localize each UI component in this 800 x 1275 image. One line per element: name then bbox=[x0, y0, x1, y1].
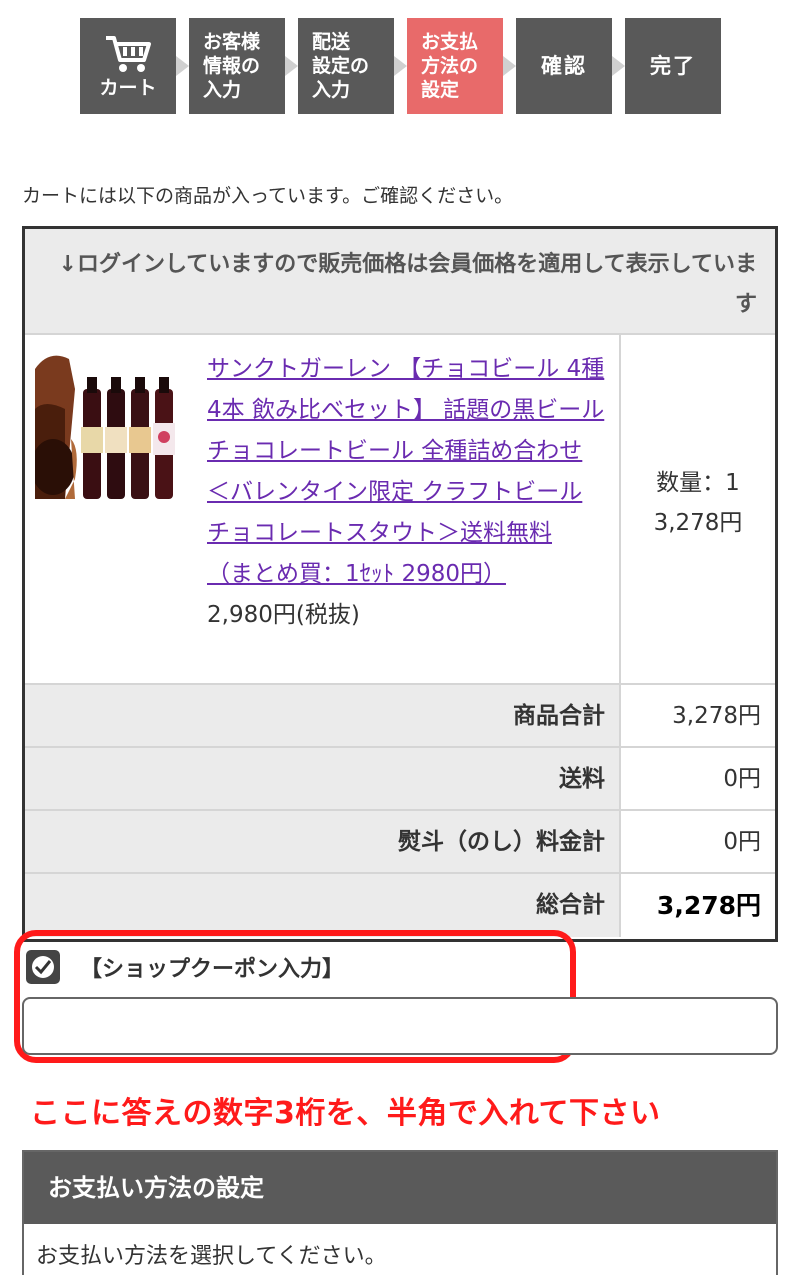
cart-table: ↓ログインしていますので販売価格は会員価格を適用して表示しています サンクトガー… bbox=[22, 226, 778, 942]
member-price-notice: ↓ログインしていますので販売価格は会員価格を適用して表示しています bbox=[25, 229, 775, 335]
item-qty-cell: 数量：1 3,278円 bbox=[621, 335, 775, 683]
step-label: 完了 bbox=[650, 54, 696, 78]
payment-title: お支払い方法の設定 bbox=[24, 1152, 776, 1224]
coupon-input[interactable] bbox=[22, 997, 778, 1055]
step-label: 確認 bbox=[541, 54, 587, 78]
step-complete: 完了 bbox=[625, 18, 721, 114]
check-icon bbox=[32, 956, 54, 978]
coupon-label: 【ショップクーポン入力】 bbox=[80, 957, 345, 982]
summary-label: 熨斗（のし）料金計 bbox=[25, 811, 621, 872]
step-label: 配送 設定の 入力 bbox=[312, 31, 370, 101]
step-confirm: 確認 bbox=[516, 18, 625, 114]
summary-value: 3,278円 bbox=[656, 891, 761, 920]
cart-intro-text: カートには以下の商品が入っています。ご確認ください。 bbox=[22, 185, 514, 207]
summary-label: 商品合計 bbox=[25, 685, 621, 746]
step-payment: お支払 方法の 設定 bbox=[407, 18, 516, 114]
summary-label: 総合計 bbox=[25, 874, 621, 937]
checkout-steps: カート お客様 情報の 入力 配送 設定の 入力 お支払 方法の 設定 確認 完… bbox=[80, 18, 721, 114]
step-label: お支払 方法の 設定 bbox=[421, 31, 479, 101]
coupon-checkbox[interactable] bbox=[26, 950, 60, 984]
payment-section: お支払い方法の設定 お支払い方法を選択してください。 bbox=[22, 1150, 778, 1275]
summary-row-items-total: 商品合計 3,278円 bbox=[25, 685, 775, 748]
coupon-header: 【ショップクーポン入力】 bbox=[26, 950, 344, 984]
cart-icon bbox=[106, 36, 151, 72]
summary-value: 0円 bbox=[723, 829, 761, 855]
step-cart: カート bbox=[80, 18, 189, 114]
summary-label: 送料 bbox=[25, 748, 621, 809]
summary-row-grand-total: 総合計 3,278円 bbox=[25, 874, 775, 937]
step-shipping: 配送 設定の 入力 bbox=[298, 18, 407, 114]
item-subtotal: 3,278円 bbox=[653, 510, 743, 536]
summary-row-shipping: 送料 0円 bbox=[25, 748, 775, 811]
item-quantity: 数量：1 bbox=[656, 470, 740, 496]
item-info: サンクトガーレン 【チョコビール 4種4本 飲み比べセット】 話題の黒ビール チ… bbox=[195, 349, 605, 683]
item-unit-price: 2,980円(税抜) bbox=[207, 602, 360, 628]
summary-value: 3,278円 bbox=[672, 703, 761, 729]
product-image[interactable] bbox=[35, 349, 195, 499]
summary-value: 0円 bbox=[723, 766, 761, 792]
step-label: カート bbox=[99, 77, 157, 99]
product-name-link[interactable]: サンクトガーレン 【チョコビール 4種4本 飲み比べセット】 話題の黒ビール チ… bbox=[207, 356, 604, 587]
summary-row-noshi: 熨斗（のし）料金計 0円 bbox=[25, 811, 775, 874]
cart-item-row: サンクトガーレン 【チョコビール 4種4本 飲み比べセット】 話題の黒ビール チ… bbox=[25, 335, 775, 685]
coupon-hint: ここに答えの数字3桁を、半角で入れて下さい bbox=[30, 1096, 661, 1131]
payment-instruction: お支払い方法を選択してください。 bbox=[36, 1244, 387, 1269]
step-customer-info: お客様 情報の 入力 bbox=[189, 18, 298, 114]
item-main-cell: サンクトガーレン 【チョコビール 4種4本 飲み比べセット】 話題の黒ビール チ… bbox=[25, 335, 621, 683]
step-label: お客様 情報の 入力 bbox=[203, 31, 261, 101]
